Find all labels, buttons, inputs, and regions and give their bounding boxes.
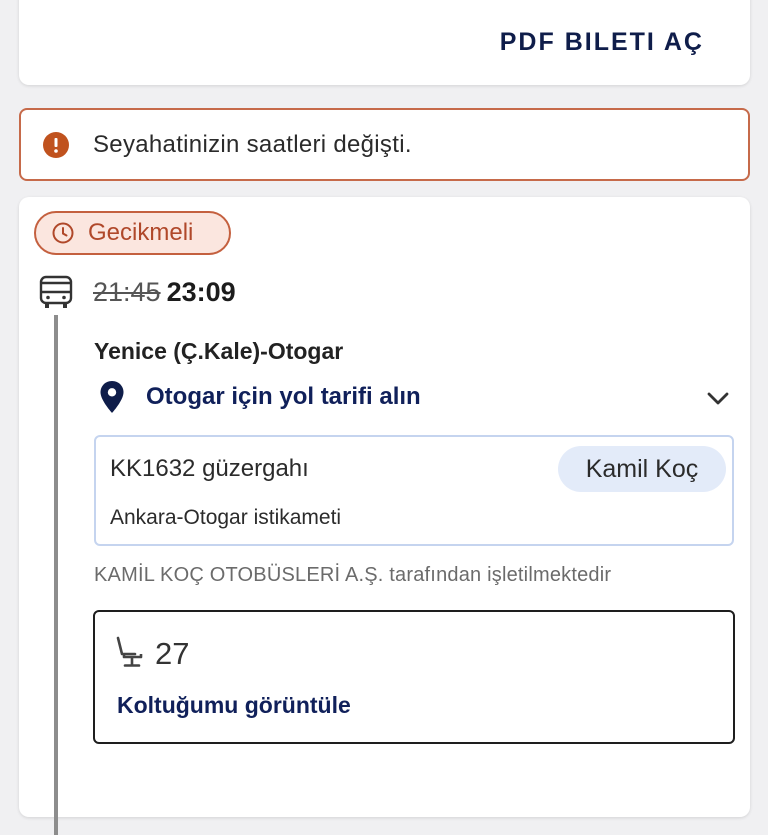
route-destination: Ankara-Otogar istikameti	[110, 506, 342, 529]
seat-number: 27	[155, 636, 190, 671]
schedule-change-alert: Seyahatinizin saatleri değişti.	[19, 108, 750, 181]
status-badge-label: Gecikmeli	[88, 219, 194, 246]
ticket-actions-card: PDF BILETI AÇ	[19, 0, 750, 85]
new-time: 23:09	[166, 277, 236, 307]
chevron-down-icon[interactable]	[705, 385, 731, 411]
route-info-box: KK1632 güzergahı Kamil Koç Ankara-Otogar…	[94, 435, 734, 546]
view-seat-link[interactable]: Koltuğumu görüntüle	[117, 692, 351, 719]
stop-name: Yenice (Ç.Kale)-Otogar	[94, 338, 344, 364]
seat-card[interactable]: 27 Koltuğumu görüntüle	[93, 610, 735, 744]
alert-message: Seyahatinizin saatleri değişti.	[93, 130, 412, 158]
original-time: 21:45	[93, 277, 161, 307]
operator-text: KAMİL KOÇ OTOBÜSLERİ A.Ş. tarafından işl…	[94, 564, 612, 586]
company-chip: Kamil Koç	[558, 446, 726, 492]
map-pin-icon	[100, 381, 124, 413]
open-pdf-ticket-button[interactable]: PDF BILETI AÇ	[500, 28, 704, 57]
trip-details-card: Gecikmeli 21:45 23:09 Yenice (Ç.Kale)-Oto…	[19, 197, 750, 835]
clock-icon	[52, 222, 74, 244]
timeline-line	[54, 315, 58, 835]
bus-icon	[39, 275, 73, 308]
seat-icon	[116, 636, 143, 667]
route-code: KK1632 güzergahı	[110, 455, 309, 482]
directions-label: Otogar için yol tarifi alın	[146, 383, 421, 410]
departure-time: 21:45 23:09	[93, 277, 236, 308]
status-badge: Gecikmeli	[34, 211, 231, 255]
info-icon	[43, 131, 69, 158]
directions-toggle[interactable]: Otogar için yol tarifi alın	[99, 379, 731, 415]
